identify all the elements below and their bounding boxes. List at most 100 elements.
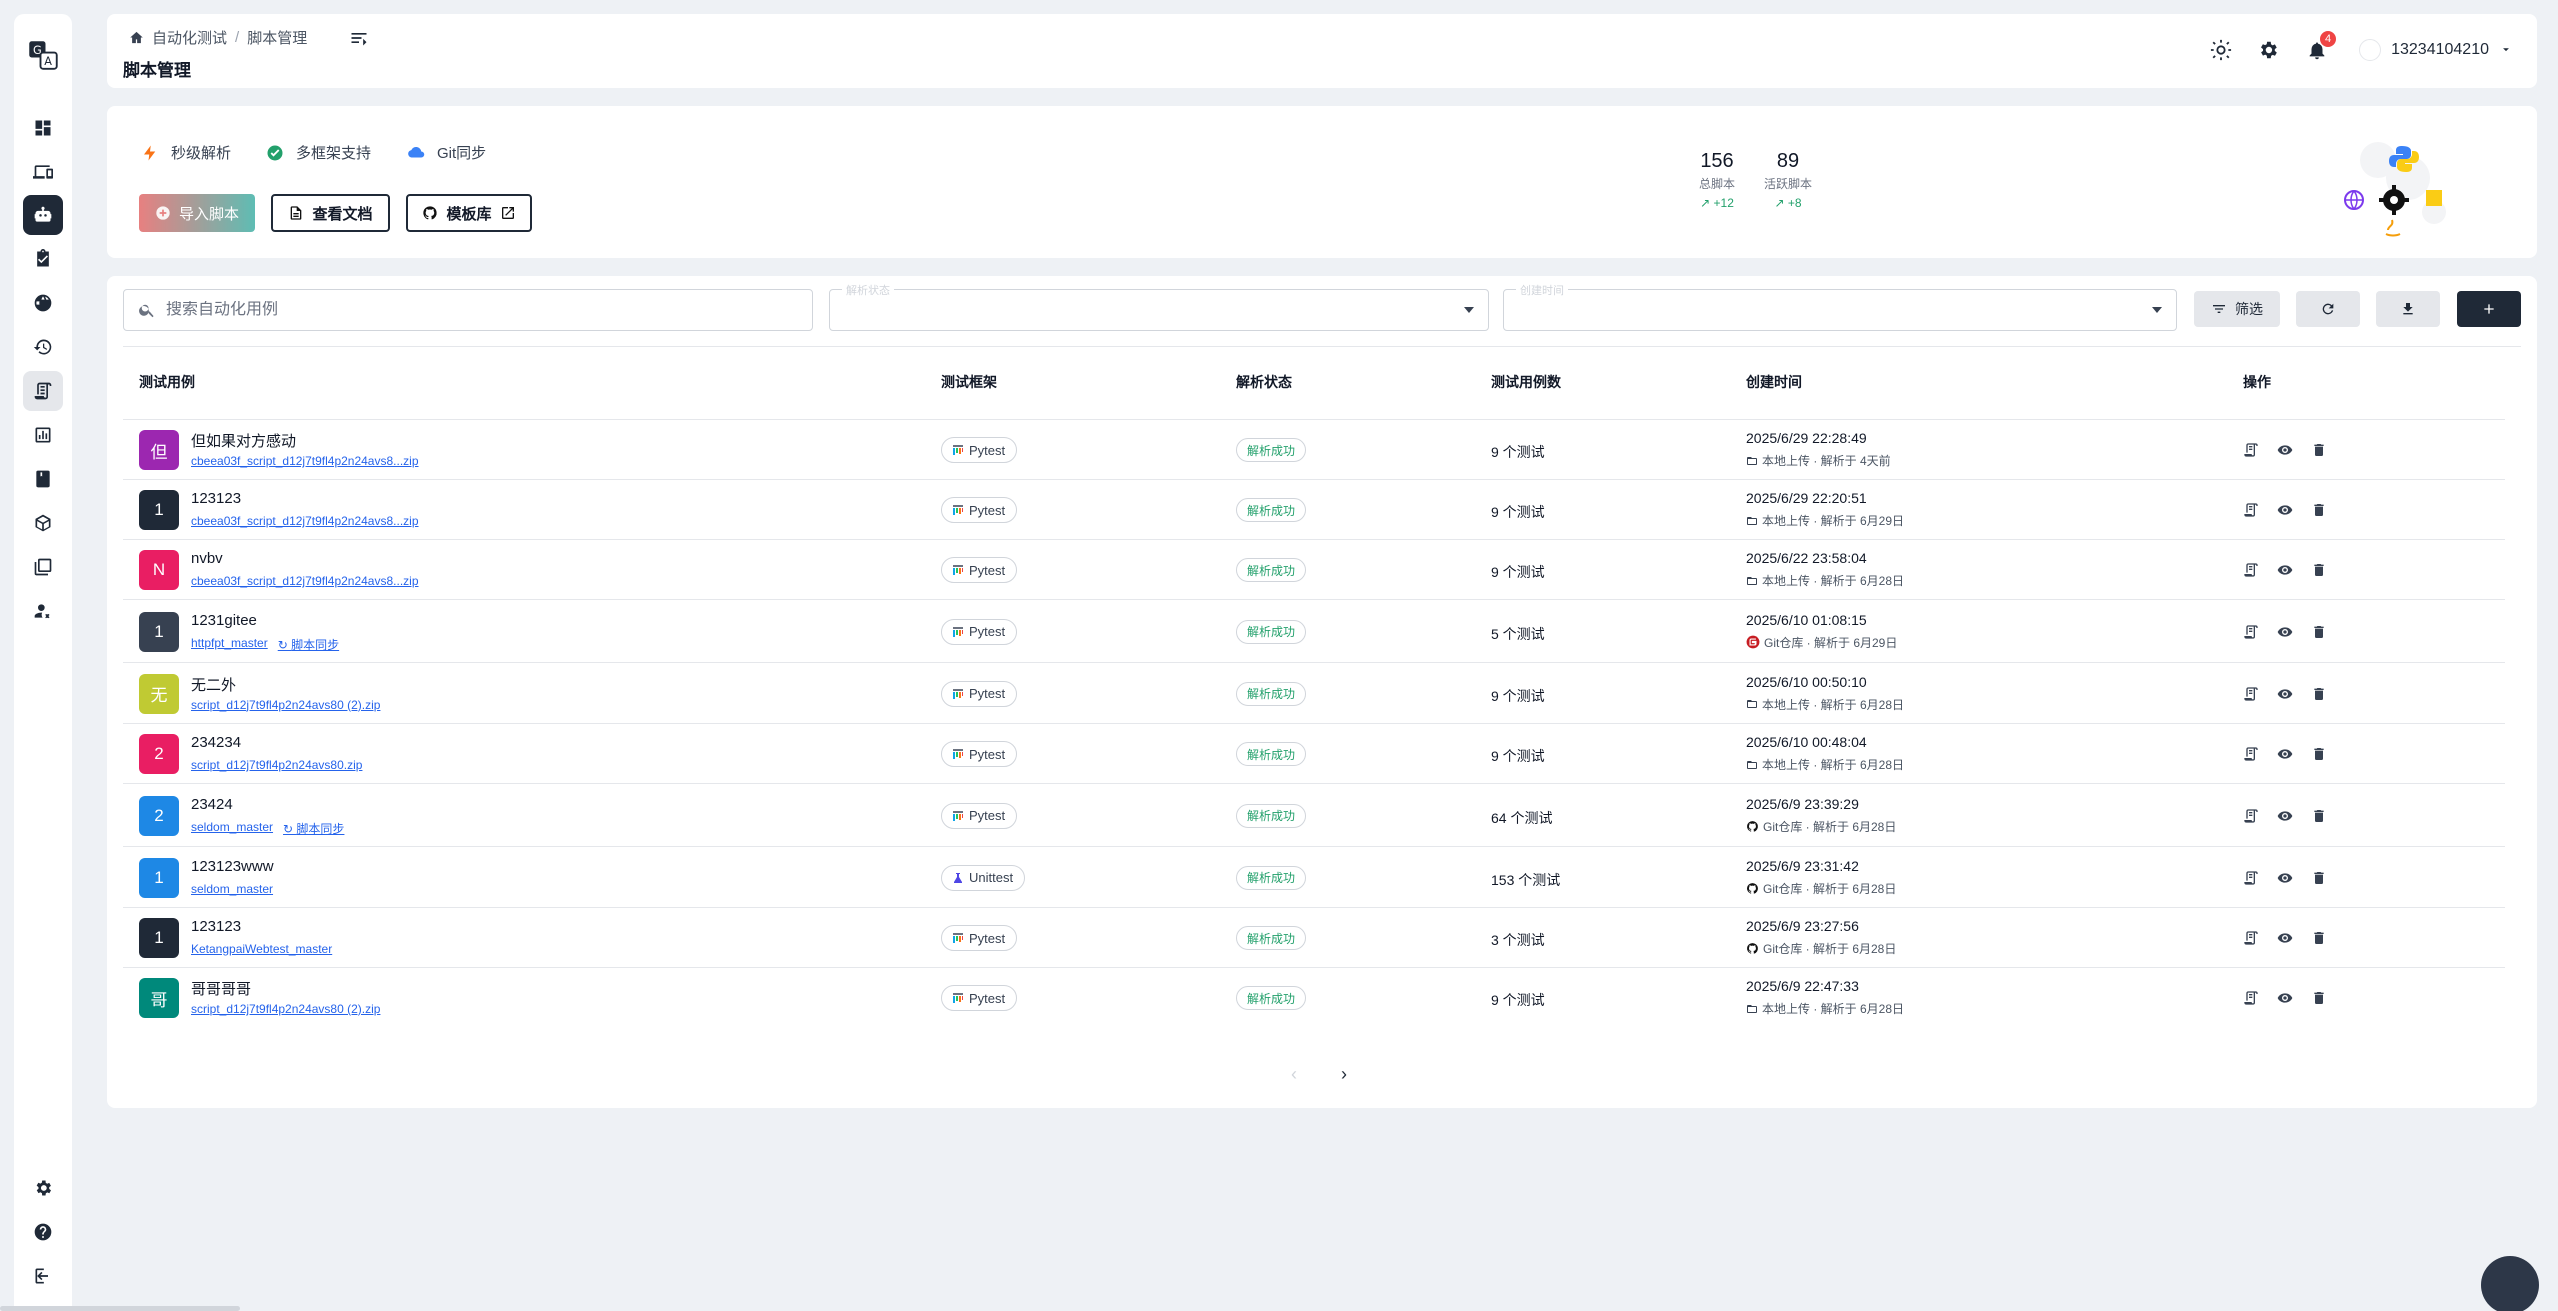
row-source-link[interactable]: script_d12j7t9fl4p2n24avs80 (2).zip: [191, 1002, 380, 1016]
row-name[interactable]: 但如果对方感动: [191, 430, 296, 451]
sidebar-item-tasks[interactable]: [23, 239, 63, 279]
row-name[interactable]: 123123: [191, 918, 241, 935]
breadcrumb-parent[interactable]: 自动化测试: [152, 27, 227, 48]
table-row[interactable]: 1 123123 cbeea03f_script_d12j7t9fl4p2n24av…: [123, 479, 2505, 539]
script-detail-icon[interactable]: [2243, 686, 2259, 702]
script-detail-icon[interactable]: [2243, 990, 2259, 1006]
row-source-file[interactable]: httpfpt_master: [191, 636, 268, 653]
row-source-file[interactable]: script_d12j7t9fl4p2n24avs80.zip: [191, 758, 362, 772]
table-row[interactable]: 1 123123 KetangpaiWebtest_master Pytest 解析成功…: [123, 907, 2505, 967]
row-source-link[interactable]: KetangpaiWebtest_master: [191, 942, 332, 956]
search-input[interactable]: [166, 301, 766, 319]
row-source-link[interactable]: seldom_master: [191, 882, 273, 896]
row-name[interactable]: 哥哥哥哥: [191, 978, 251, 999]
home-icon[interactable]: [129, 30, 144, 45]
template-library-button[interactable]: 模板库: [406, 194, 532, 232]
row-name[interactable]: 123123: [191, 490, 241, 507]
import-script-button[interactable]: 导入脚本: [139, 194, 255, 232]
script-detail-icon[interactable]: [2243, 870, 2259, 886]
eye-icon[interactable]: [2277, 930, 2293, 946]
table-row[interactable]: Nnvbv cbeea03f_script_d12j7t9fl4p2n24avs8…: [123, 539, 2505, 599]
refresh-button[interactable]: [2296, 291, 2360, 327]
row-name[interactable]: 123123www: [191, 858, 274, 875]
eye-icon[interactable]: [2277, 686, 2293, 702]
next-page-button[interactable]: ›: [1341, 1064, 1347, 1085]
script-detail-icon[interactable]: [2243, 808, 2259, 824]
table-row[interactable]: 1 123123www seldom_master Unittest 解析成功 153 个…: [123, 846, 2505, 907]
row-source-file[interactable]: cbeea03f_script_d12j7t9fl4p2n24avs8...zi…: [191, 454, 419, 468]
sync-badge[interactable]: ↻ 脚本同步: [283, 820, 344, 837]
script-detail-icon[interactable]: [2243, 502, 2259, 518]
filter-button[interactable]: 筛选: [2194, 291, 2280, 327]
row-source-link[interactable]: httpfpt_master ↻ 脚本同步: [191, 636, 339, 653]
row-source-link[interactable]: script_d12j7t9fl4p2n24avs80.zip: [191, 758, 362, 772]
theme-toggle-button[interactable]: [2210, 39, 2234, 63]
row-source-file[interactable]: cbeea03f_script_d12j7t9fl4p2n24avs8...zi…: [191, 574, 419, 588]
row-name[interactable]: nvbv: [191, 550, 223, 567]
trash-icon[interactable]: [2311, 686, 2327, 702]
sidebar-item-users[interactable]: [23, 591, 63, 631]
trash-icon[interactable]: [2311, 746, 2327, 762]
row-name[interactable]: 无二外: [191, 674, 236, 695]
eye-icon[interactable]: [2277, 562, 2293, 578]
prev-page-button[interactable]: ‹: [1291, 1064, 1297, 1085]
row-name[interactable]: 1231gitee: [191, 612, 257, 629]
sync-badge[interactable]: ↻ 脚本同步: [278, 636, 339, 653]
eye-icon[interactable]: [2277, 502, 2293, 518]
trash-icon[interactable]: [2311, 808, 2327, 824]
eye-icon[interactable]: [2277, 624, 2293, 640]
row-source-link[interactable]: cbeea03f_script_d12j7t9fl4p2n24avs8...zi…: [191, 514, 419, 528]
settings-button[interactable]: [2257, 39, 2281, 63]
script-detail-icon[interactable]: [2243, 624, 2259, 640]
script-detail-icon[interactable]: [2243, 562, 2259, 578]
row-source-file[interactable]: cbeea03f_script_d12j7t9fl4p2n24avs8...zi…: [191, 514, 419, 528]
row-source-link[interactable]: cbeea03f_script_d12j7t9fl4p2n24avs8...zi…: [191, 454, 419, 468]
trash-icon[interactable]: [2311, 502, 2327, 518]
table-row[interactable]: 1 1231gitee httpfpt_master ↻ 脚本同步 Pytest 解析成功…: [123, 599, 2505, 662]
trash-icon[interactable]: [2311, 624, 2327, 640]
sidebar-item-devices[interactable]: [23, 152, 63, 192]
download-button[interactable]: [2376, 291, 2440, 327]
row-source-link[interactable]: seldom_master ↻ 脚本同步: [191, 820, 344, 837]
translate-logo-icon[interactable]: GA: [28, 40, 58, 70]
row-source-link[interactable]: script_d12j7t9fl4p2n24avs80 (2).zip: [191, 698, 380, 712]
sidebar-item-settings[interactable]: [23, 1168, 63, 1208]
table-row[interactable]: 无无二外 script_d12j7t9fl4p2n24avs80 (2).zip P…: [123, 662, 2505, 723]
trash-icon[interactable]: [2311, 870, 2327, 886]
table-row[interactable]: 但但如果对方感动 cbeea03f_script_d12j7t9fl4p2n24a…: [123, 419, 2505, 479]
sidebar-item-network[interactable]: [23, 283, 63, 323]
user-menu[interactable]: 13234104210: [2359, 39, 2513, 61]
eye-icon[interactable]: [2277, 442, 2293, 458]
trash-icon[interactable]: [2311, 990, 2327, 1006]
sidebar-item-docs[interactable]: [23, 459, 63, 499]
row-name[interactable]: 23424: [191, 796, 233, 813]
trash-icon[interactable]: [2311, 442, 2327, 458]
sidebar-item-automation[interactable]: [23, 195, 63, 235]
table-row[interactable]: 2 234234 script_d12j7t9fl4p2n24avs80.zip Py…: [123, 723, 2505, 783]
sidebar-item-help[interactable]: [23, 1212, 63, 1252]
eye-icon[interactable]: [2277, 870, 2293, 886]
row-source-file[interactable]: KetangpaiWebtest_master: [191, 942, 332, 956]
sidebar-item-scripts[interactable]: [23, 371, 63, 411]
notifications-button[interactable]: 4: [2306, 31, 2336, 63]
created-time-select[interactable]: 创建时间: [1503, 282, 2177, 331]
row-source-file[interactable]: script_d12j7t9fl4p2n24avs80 (2).zip: [191, 698, 380, 712]
trash-icon[interactable]: [2311, 930, 2327, 946]
menu-collapse-icon[interactable]: [349, 28, 369, 48]
view-docs-button[interactable]: 查看文档: [271, 194, 390, 232]
eye-icon[interactable]: [2277, 990, 2293, 1006]
parse-status-select[interactable]: 解析状态: [829, 282, 1489, 331]
sidebar-item-logout[interactable]: [23, 1256, 63, 1296]
sidebar-item-reports[interactable]: [23, 415, 63, 455]
eye-icon[interactable]: [2277, 808, 2293, 824]
table-row[interactable]: 2 23424 seldom_master ↻ 脚本同步 Pytest 解析成功 64 个测…: [123, 783, 2505, 846]
add-script-button[interactable]: [2457, 291, 2521, 327]
row-source-file[interactable]: seldom_master: [191, 882, 273, 896]
script-detail-icon[interactable]: [2243, 930, 2259, 946]
script-detail-icon[interactable]: [2243, 442, 2259, 458]
table-row[interactable]: 哥哥哥哥哥 script_d12j7t9fl4p2n24avs80 (2).zip…: [123, 967, 2505, 1027]
row-source-file[interactable]: script_d12j7t9fl4p2n24avs80 (2).zip: [191, 1002, 380, 1016]
trash-icon[interactable]: [2311, 562, 2327, 578]
sidebar-item-collections[interactable]: [23, 547, 63, 587]
sidebar-item-history[interactable]: [23, 327, 63, 367]
